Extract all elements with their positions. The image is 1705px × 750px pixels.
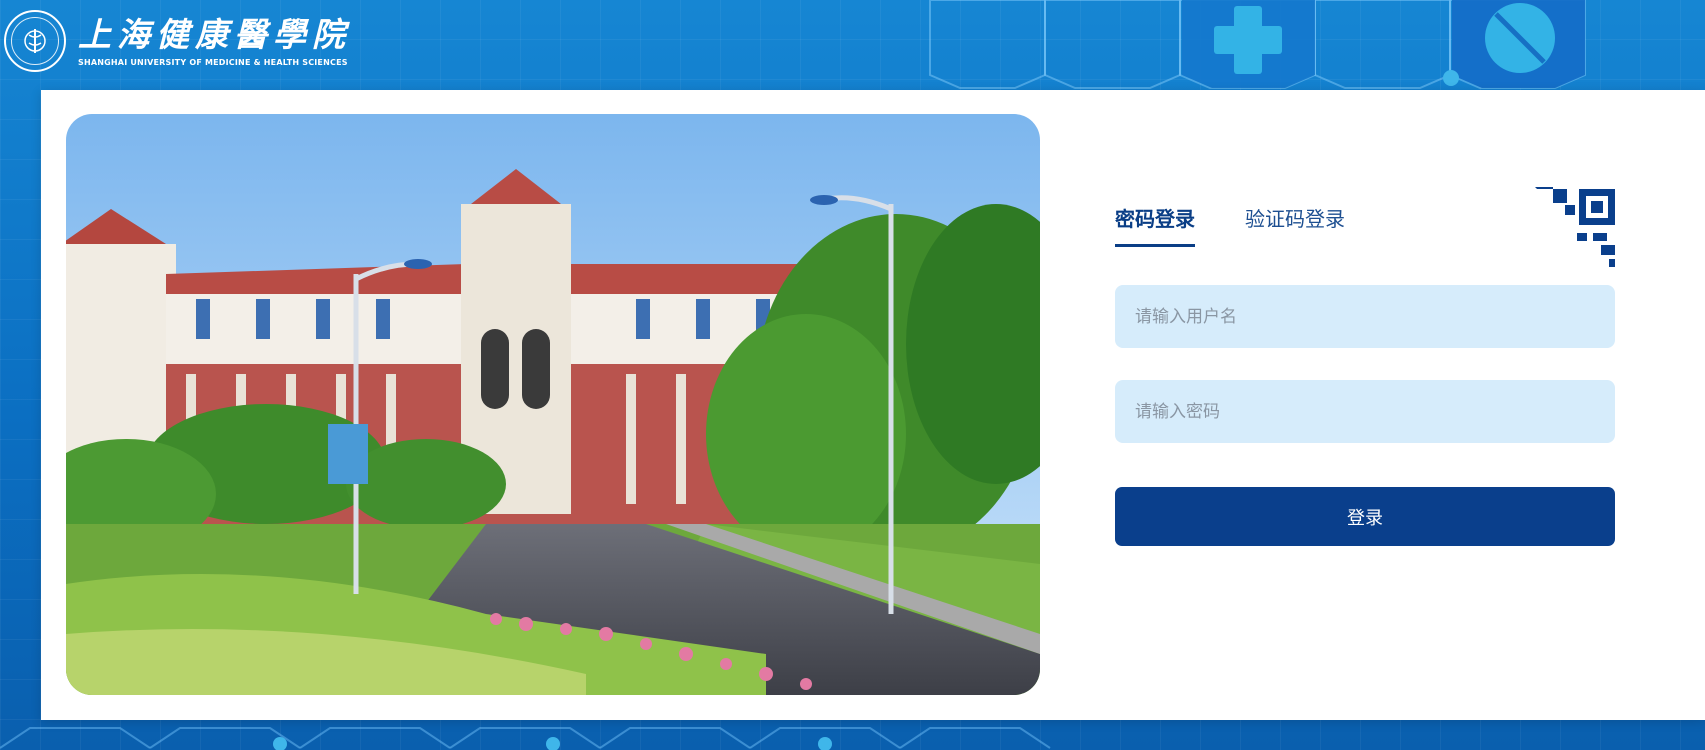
university-logo[interactable]: 上海健康醫學院 SHANGHAI UNIVERSITY OF MEDICINE … <box>4 8 351 74</box>
campus-photo <box>66 114 1040 695</box>
plus-hex-icon <box>1182 0 1315 88</box>
username-input[interactable] <box>1115 285 1615 348</box>
footer-hex-decoration <box>0 727 1051 750</box>
tab-password-login[interactable]: 密码登录 <box>1115 200 1195 238</box>
login-button[interactable]: 登录 <box>1115 487 1615 546</box>
tab-sms-code-login[interactable]: 验证码登录 <box>1245 200 1345 238</box>
active-tab-underline <box>1115 244 1195 247</box>
password-input[interactable] <box>1115 380 1615 443</box>
pill-hex-icon <box>1452 0 1585 88</box>
logo-chinese-name: 上海健康醫學院 <box>78 14 351 54</box>
logo-english-name: SHANGHAI UNIVERSITY OF MEDICINE & HEALTH… <box>78 57 348 67</box>
qr-code-corner-icon[interactable] <box>1535 187 1615 269</box>
university-seal-icon <box>4 10 66 72</box>
